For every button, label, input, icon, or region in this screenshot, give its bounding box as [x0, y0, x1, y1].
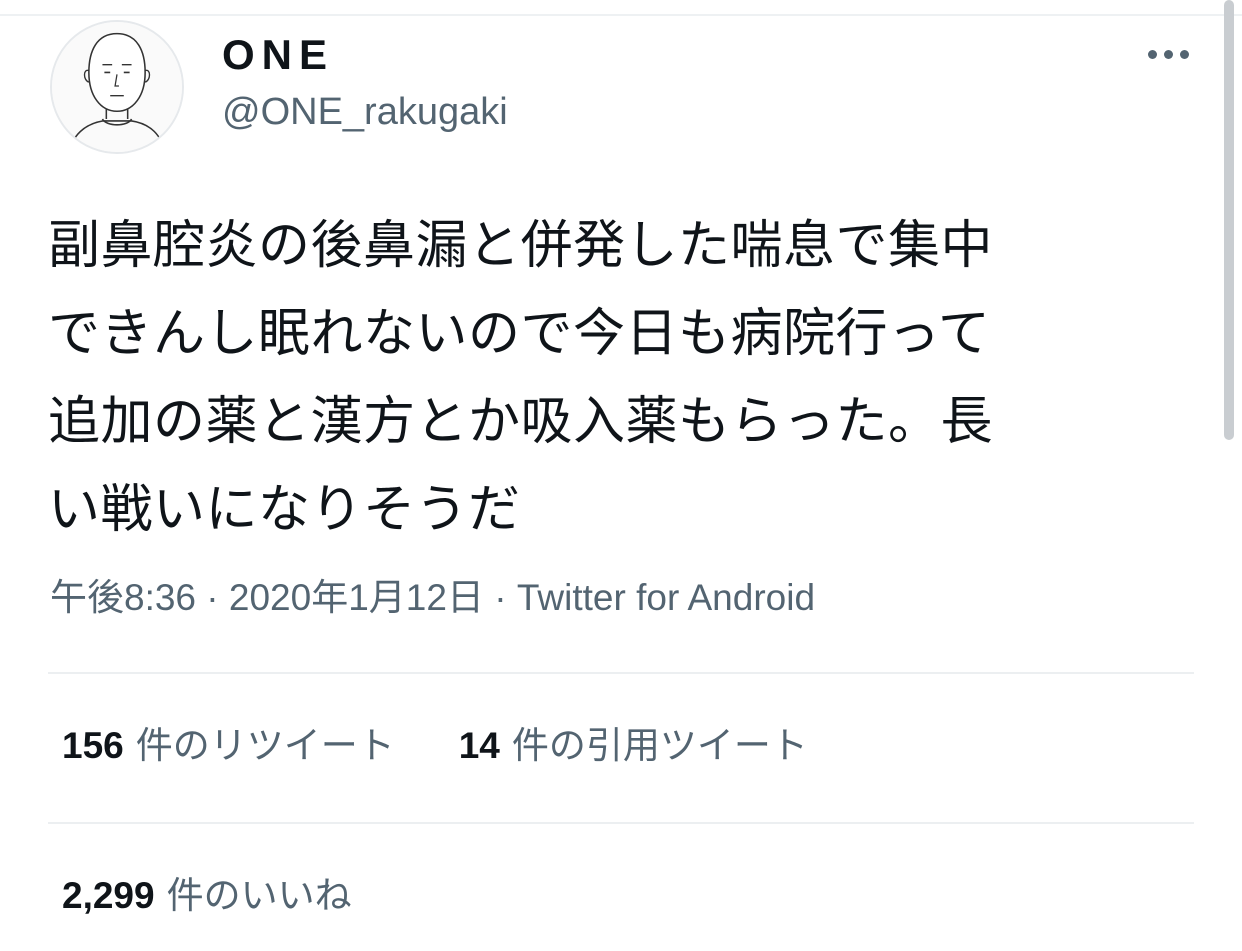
- avatar[interactable]: [50, 20, 184, 154]
- tweet-text-line: 追加の薬と漢方とか吸入薬もらった。長: [48, 393, 994, 451]
- tweet-text-line: い戦いになりそうだ: [48, 481, 521, 539]
- more-horizontal-icon: [1163, 49, 1173, 59]
- retweets-label: 件のリツイート: [135, 725, 395, 766]
- likes-stats: 2,299 件のいいね: [62, 870, 416, 922]
- engagement-stats: 156 件のリツイート 14 件の引用ツイート: [62, 720, 872, 772]
- tweet-metadata: 午後8:36 · 2020年1月12日 · Twitter for Androi…: [50, 572, 815, 624]
- tweet-text-line: 副鼻腔炎の後鼻漏と併発した喘息で集中: [48, 217, 994, 275]
- tweet-time[interactable]: 午後8:36: [50, 577, 196, 618]
- tweet-date[interactable]: 2020年1月12日: [229, 577, 484, 618]
- avatar-face-icon: [52, 22, 182, 152]
- divider: [48, 822, 1194, 824]
- more-horizontal-icon: [1179, 49, 1189, 59]
- meta-separator: ·: [196, 577, 229, 618]
- quotes-stat[interactable]: 14 件の引用ツイート: [459, 720, 808, 772]
- tweet-text: 副鼻腔炎の後鼻漏と併発した喘息で集中 できんし眠れないので今日も病院行って 追加…: [48, 202, 1208, 554]
- tweet-text-line: できんし眠れないので今日も病院行って: [48, 305, 991, 363]
- divider: [48, 672, 1194, 674]
- likes-label: 件のいいね: [166, 875, 352, 916]
- likes-count: 2,299: [62, 875, 155, 916]
- more-horizontal-icon: [1147, 49, 1157, 59]
- scrollbar[interactable]: [1224, 0, 1234, 440]
- display-name[interactable]: ONE: [222, 30, 334, 80]
- top-divider: [0, 14, 1242, 16]
- tweet-source-link[interactable]: Twitter for Android: [517, 577, 815, 618]
- quotes-label: 件の引用ツイート: [511, 725, 808, 766]
- retweets-stat[interactable]: 156 件のリツイート: [62, 720, 395, 772]
- more-options-button[interactable]: [1140, 36, 1196, 72]
- tweet-detail-page: ONE @ONE_rakugaki 副鼻腔炎の後鼻漏と併発した喘息で集中 できん…: [0, 0, 1242, 951]
- retweets-count: 156: [62, 725, 124, 766]
- user-handle[interactable]: @ONE_rakugaki: [222, 88, 508, 136]
- quotes-count: 14: [458, 725, 500, 766]
- meta-separator: ·: [483, 577, 517, 618]
- likes-stat[interactable]: 2,299 件のいいね: [62, 870, 352, 922]
